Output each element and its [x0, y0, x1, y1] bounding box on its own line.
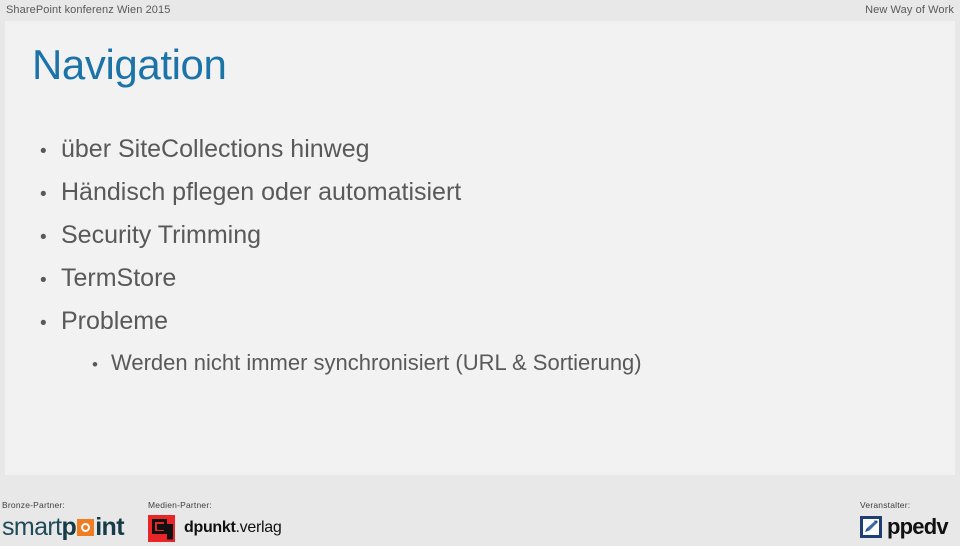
veranstalter-label: Veranstalter: [860, 500, 911, 510]
list-item: • TermStore [32, 258, 922, 301]
presentation-slide: SharePoint konferenz Wien 2015 New Way o… [0, 0, 960, 546]
list-item-label: TermStore [61, 264, 177, 292]
smartpoint-logo-text-1: smart [2, 513, 62, 541]
smartpoint-logo: smart p int [2, 513, 125, 541]
list-item: • Probleme [32, 301, 922, 344]
dpunkt-logo-text-bold: dpunkt [184, 519, 236, 536]
conference-theme-label: New Way of Work [865, 4, 954, 16]
list-item: • Händisch pflegen oder automatisiert [32, 172, 922, 215]
smartpoint-logo-text-3: int [95, 513, 124, 541]
slide-footer: Bronze-Partner: smart p int Medien-Partn… [0, 478, 960, 546]
bullet-marker-icon: • [40, 227, 47, 248]
slide-content-panel: Navigation • über SiteCollections hinweg… [5, 21, 955, 475]
ppedv-logo: ppedv [860, 514, 949, 540]
list-item-label: Security Trimming [61, 221, 262, 249]
bullet-marker-icon: • [40, 141, 47, 162]
medien-partner-label: Medien-Partner: [148, 500, 212, 510]
page-title: Navigation [32, 41, 227, 88]
pencil-icon [865, 520, 878, 532]
dpunkt-verlag-logo: dpunkt.verlag [148, 514, 282, 542]
smartpoint-o-mark-icon [77, 518, 95, 536]
smartpoint-logo-text-2: p [61, 513, 77, 541]
bullet-list: • über SiteCollections hinweg • Händisch… [32, 129, 922, 384]
bullet-marker-icon: • [40, 184, 47, 205]
list-item-label: Probleme [61, 307, 168, 335]
bronze-partner-block: Bronze-Partner: smart p int [2, 500, 125, 541]
dpunkt-logo-text-rest: .verlag [235, 519, 282, 536]
bullet-marker-icon: • [40, 313, 47, 334]
list-item: • Security Trimming [32, 215, 922, 258]
list-item: • Werden nicht immer synchronisiert (URL… [32, 344, 922, 384]
dpunkt-square-mark-icon [148, 514, 175, 542]
ppedv-pencil-square-icon [860, 516, 882, 538]
list-item-label: Werden nicht immer synchronisiert (URL &… [111, 350, 642, 375]
list-item-label: über SiteCollections hinweg [61, 135, 370, 163]
conference-name-label: SharePoint konferenz Wien 2015 [6, 4, 171, 16]
bullet-marker-icon: • [40, 270, 47, 291]
list-item-label: Händisch pflegen oder automatisiert [61, 178, 462, 206]
veranstalter-block: Veranstalter: ppedv [860, 500, 949, 540]
ppedv-logo-text: ppedv [887, 514, 949, 539]
bullet-marker-icon: • [92, 355, 98, 374]
bronze-partner-label: Bronze-Partner: [2, 500, 65, 510]
list-item: • über SiteCollections hinweg [32, 129, 922, 172]
slide-header-bar: SharePoint konferenz Wien 2015 New Way o… [0, 0, 960, 20]
medien-partner-block: Medien-Partner: dpunkt.verlag [148, 500, 282, 542]
dpunkt-verlag-logo-text: dpunkt.verlag [184, 519, 282, 537]
